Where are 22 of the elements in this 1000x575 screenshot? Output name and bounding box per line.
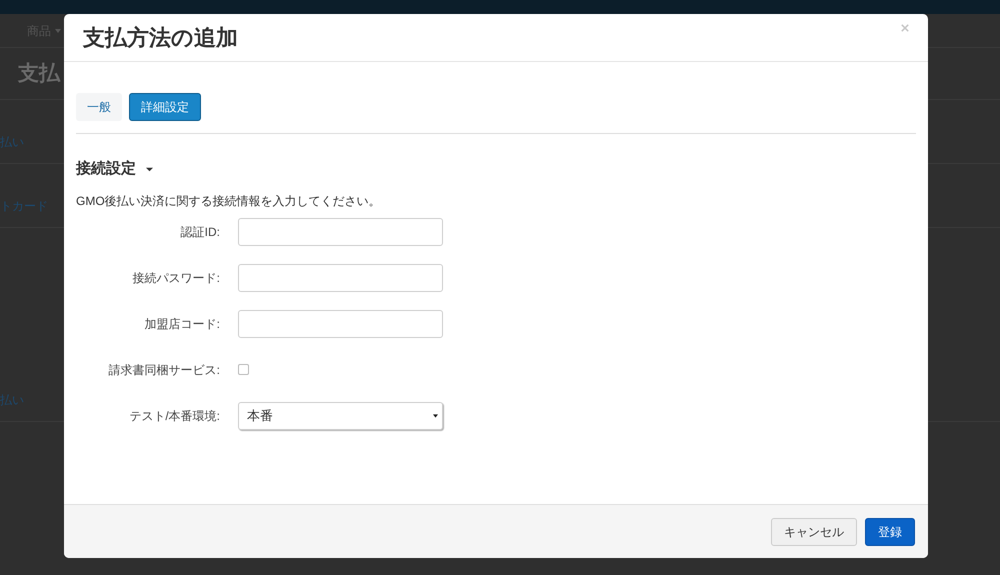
page-title: 支払 — [18, 60, 60, 87]
submit-button[interactable]: 登録 — [865, 518, 915, 546]
section-description: GMO後払い決済に関する接続情報を入力してください。 — [76, 192, 382, 210]
caret-icon — [55, 28, 61, 32]
tab[interactable]: 詳細設定 — [129, 93, 201, 121]
field-label: 認証ID: — [180, 224, 221, 240]
select-field[interactable]: 本番 — [238, 402, 443, 430]
caret-icon — [433, 414, 438, 418]
checkbox[interactable] — [238, 364, 249, 375]
cancel-button[interactable]: キャンセル — [771, 518, 857, 546]
field-label: 請求書同梱サービス: — [108, 362, 221, 378]
tab[interactable]: 一般 — [76, 93, 122, 121]
dialog-title: 支払方法の追加 — [83, 24, 238, 52]
field-label: 接続パスワード: — [132, 270, 221, 286]
close-icon[interactable] — [901, 24, 909, 32]
text-field[interactable] — [238, 264, 443, 292]
field-label: 加盟店コード: — [144, 316, 221, 332]
section-title: 接続設定 — [76, 159, 136, 179]
caret-icon[interactable] — [146, 166, 153, 173]
text-field[interactable] — [238, 218, 443, 246]
field-label: テスト/本番環境: — [128, 408, 221, 424]
text-field[interactable] — [238, 310, 443, 338]
